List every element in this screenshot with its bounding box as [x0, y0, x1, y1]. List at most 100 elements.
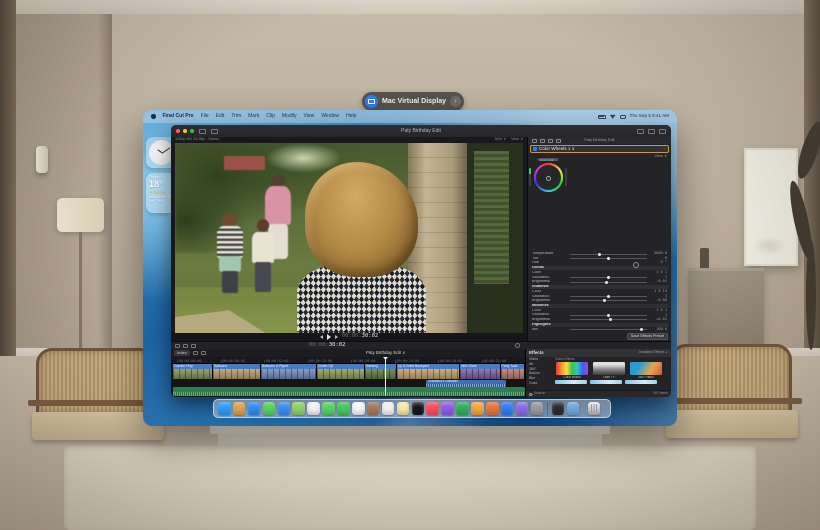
wifi-icon[interactable] [610, 114, 616, 119]
chevron-right-icon[interactable]: › [450, 96, 461, 107]
parameter-row[interactable]: Shadows [530, 285, 669, 289]
video-clip[interactable]: Dancing [365, 364, 397, 379]
parameter-slider[interactable] [570, 291, 647, 292]
parameter-row[interactable]: Brightness -0.01 [530, 280, 669, 284]
dock-tv[interactable] [412, 402, 425, 415]
parameter-slider[interactable] [570, 315, 647, 316]
timeline-toggle-icon[interactable] [648, 129, 655, 134]
audio-inspector-icon[interactable] [548, 139, 553, 143]
dock-calendar[interactable] [352, 402, 365, 415]
dock-settings[interactable] [531, 402, 544, 415]
menu-item[interactable]: Modify [282, 114, 297, 119]
parameter-slider[interactable] [570, 319, 647, 320]
dock-stocks[interactable] [456, 402, 469, 415]
menu-item[interactable]: Mark [248, 114, 259, 119]
video-clip[interactable]: Balloons [213, 364, 261, 379]
dock-safari[interactable] [248, 402, 261, 415]
wheel-saturation-slider[interactable] [565, 168, 567, 186]
audio-clip[interactable]: Gentle Music [173, 387, 525, 396]
menu-bar-clock[interactable]: Thu Sep 5 9:41 AM [630, 114, 669, 119]
keyword-icon[interactable] [183, 344, 188, 348]
dock-podcasts[interactable] [441, 402, 454, 415]
parameter-slider[interactable] [570, 277, 647, 278]
final-cut-pro-window[interactable]: Paty Birthday Edit 1080p HD 23.98p · Ste… [171, 125, 671, 397]
minimize-button[interactable] [183, 129, 187, 133]
menu-item[interactable]: Clip [266, 114, 275, 119]
timeline-ruler[interactable]: 00:00:04:0000:00:08:0000:00:12:0000:00:1… [171, 357, 525, 364]
window-titlebar[interactable]: Paty Birthday Edit [171, 125, 671, 137]
dock-trash[interactable] [588, 402, 601, 415]
menu-item[interactable]: Help [346, 114, 356, 119]
parameter-slider[interactable] [570, 310, 647, 311]
video-clip[interactable]: Up & Sofia Backyard [397, 364, 461, 379]
zoom-button[interactable] [190, 129, 194, 133]
viewer-view-menu[interactable]: View ∨ [511, 138, 523, 142]
parameter-row[interactable]: Brightness -0.08 [530, 299, 669, 303]
effect-item[interactable]: Color Board [555, 362, 589, 379]
wheel-brightness-slider[interactable] [529, 168, 531, 186]
viewer-zoom-menu[interactable]: 54% ∨ [495, 138, 506, 142]
effects-category[interactable]: All [529, 363, 553, 367]
dock-facetime[interactable] [322, 402, 335, 415]
main-toolbar[interactable]: 00:00:30:02 [171, 341, 671, 349]
import-media-icon[interactable] [199, 129, 206, 134]
parameter-slider[interactable] [570, 258, 647, 259]
parameter-slider[interactable] [570, 263, 647, 264]
browser-toggle-icon[interactable] [637, 129, 644, 134]
installed-effects-filter[interactable]: Installed Effects ∨ [639, 351, 668, 355]
dock-phone[interactable] [337, 402, 350, 415]
video-clip[interactable]: Balloons & Paper [261, 364, 317, 379]
keyword-editor-icon[interactable] [211, 129, 218, 134]
timeline-header[interactable]: Index Paty Birthday Edit ∨ [171, 349, 525, 357]
dock-keynote[interactable] [486, 402, 499, 415]
mac-virtual-display[interactable]: Final Cut Pro File Edit Trim Mark Clip Modify… [143, 110, 677, 426]
dock-photos[interactable] [307, 402, 320, 415]
connected-clip[interactable]: Grandma's Sweater [426, 380, 506, 387]
macos-dock[interactable] [213, 399, 611, 418]
video-clip[interactable]: Chase Up [317, 364, 365, 379]
color-wheels-effect-row[interactable]: Color Wheels 1 ∨ ⋯ [530, 145, 669, 153]
index-button[interactable]: Index [174, 350, 190, 356]
inspector-tabs[interactable]: Paty Birthday Edit [528, 137, 671, 144]
next-frame-icon[interactable] [335, 335, 338, 339]
parameter-slider[interactable] [570, 300, 647, 301]
video-clip[interactable]: Party Toss [501, 364, 525, 379]
menu-item[interactable]: Edit [216, 114, 225, 119]
parameter-row[interactable]: Global [530, 266, 669, 270]
effect-enabled-checkbox[interactable] [533, 147, 537, 151]
video-clip[interactable]: Garden Play [173, 364, 213, 379]
dock-books[interactable] [516, 402, 529, 415]
color-wheel[interactable]: MIDTONES [528, 159, 568, 192]
timeline-breadcrumb[interactable]: Paty Birthday Edit ∨ [366, 351, 405, 355]
inspector-view-menu[interactable]: View ∨ [654, 154, 667, 158]
effects-category-list[interactable]: VideoAll360°BasicsBlurColor [526, 357, 553, 390]
save-effects-preset-button[interactable]: Save Effects Preset [627, 333, 668, 341]
effect-thumbnail[interactable] [556, 362, 588, 375]
parameter-slider[interactable] [570, 329, 647, 330]
app-menu[interactable]: Final Cut Pro [163, 114, 194, 119]
previous-frame-icon[interactable] [320, 335, 323, 339]
dock-pages[interactable] [471, 402, 484, 415]
menu-item[interactable]: Trim [231, 114, 241, 119]
dock-messages[interactable] [263, 402, 276, 415]
control-center-icon[interactable] [620, 115, 626, 119]
inspector-toggle-icon[interactable] [659, 129, 666, 134]
color-wheel-dial[interactable] [534, 163, 563, 192]
parameter-slider[interactable] [570, 254, 647, 255]
dock-app-icon[interactable] [547, 402, 548, 415]
dock-downloads[interactable] [567, 402, 580, 415]
dock-app-store[interactable] [501, 402, 514, 415]
video-inspector-icon[interactable] [532, 139, 537, 143]
parameter-row[interactable]: Midtones [530, 304, 669, 308]
menu-item[interactable]: File [201, 114, 209, 119]
parameter-row[interactable]: Hue 0 ° [530, 261, 669, 265]
video-clip[interactable]: Mini Stars [460, 364, 500, 379]
media-import-icon[interactable] [175, 344, 180, 348]
macos-menu-bar[interactable]: Final Cut Pro File Edit Trim Mark Clip Modify… [143, 110, 677, 123]
parameter-row[interactable]: Highlights [530, 323, 669, 327]
dock-reminders[interactable] [382, 402, 395, 415]
effect-thumbnail[interactable] [630, 362, 662, 375]
playhead[interactable] [385, 357, 386, 396]
close-button[interactable] [176, 129, 180, 133]
menu-item[interactable]: View [304, 114, 315, 119]
